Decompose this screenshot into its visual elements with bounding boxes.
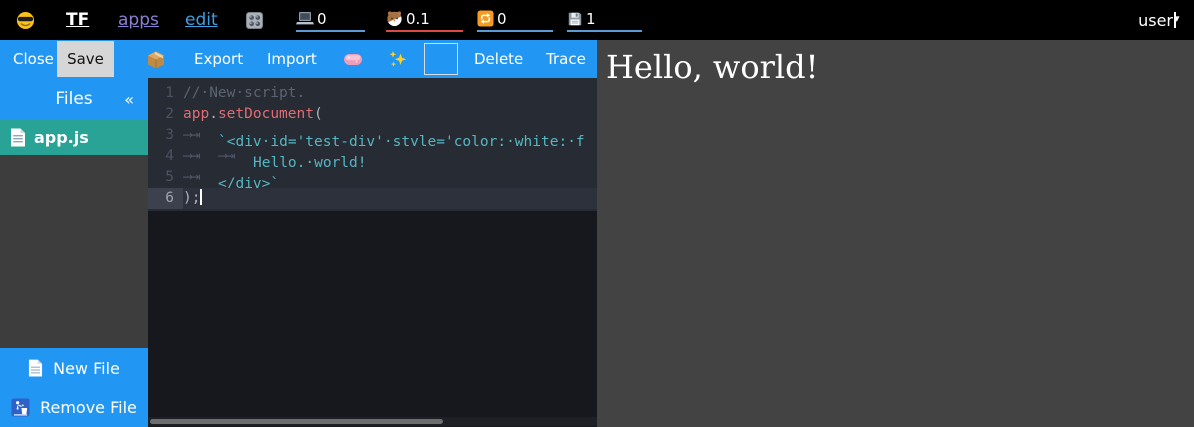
remove-file-label: Remove File — [40, 398, 137, 417]
user-menu[interactable]: user▾ — [1138, 0, 1176, 40]
line-number: 1 — [148, 83, 183, 104]
stat-hamster[interactable]: 0.1 — [386, 7, 463, 32]
code-line[interactable]: 4⟶⇥⟶⇥Hello,·world! — [148, 146, 597, 167]
preview-pane: Hello, world! — [597, 40, 1194, 427]
horizontal-scrollbar-thumb[interactable] — [150, 419, 443, 424]
code-line[interactable]: 3⟶⇥`<div·id='test-div'·style='color:·whi… — [148, 125, 597, 146]
sidebar-empty-area — [0, 155, 148, 348]
stat-saves[interactable]: 1 — [567, 7, 642, 32]
package-icon[interactable] — [146, 40, 166, 78]
file-name: app.js — [34, 128, 89, 147]
editor-toolbar: Close Save Export Import Delete Trace — [0, 40, 597, 78]
top-bar: TF apps edit 0 — [0, 0, 1194, 40]
control-knobs-icon[interactable] — [245, 0, 264, 40]
nav-link-edit[interactable]: edit — [185, 0, 218, 40]
code-text: //·New·script. — [183, 83, 597, 104]
chevron-down-icon: ▾ — [1174, 12, 1176, 28]
smiley-sunglasses-icon[interactable] — [16, 0, 35, 40]
stat-value: 1 — [586, 10, 596, 28]
preview-heading: Hello, world! — [606, 48, 818, 86]
collapse-sidebar-button[interactable]: « — [124, 78, 134, 120]
code-line[interactable]: 2app.setDocument( — [148, 104, 597, 125]
sparkles-icon[interactable] — [388, 40, 408, 78]
soap-icon[interactable] — [343, 40, 363, 78]
save-button[interactable]: Save — [57, 41, 114, 77]
hamster-icon — [386, 10, 403, 27]
line-number: 4 — [148, 146, 183, 167]
stat-value: 0 — [317, 10, 327, 28]
code-line[interactable]: 6); — [148, 188, 597, 209]
line-number: 2 — [148, 104, 183, 125]
line-number: 3 — [148, 125, 183, 146]
delete-button[interactable]: Delete — [474, 40, 523, 78]
code-text: ); — [183, 188, 597, 209]
litter-bin-icon — [11, 398, 30, 417]
line-number: 6 — [148, 188, 183, 209]
file-list-item[interactable]: app.js — [0, 120, 148, 155]
floppy-icon — [567, 11, 583, 27]
new-file-label: New File — [53, 359, 120, 378]
close-button[interactable]: Close — [13, 40, 54, 78]
document-icon — [10, 128, 26, 147]
code-text: ⟶⇥⟶⇥Hello,·world! — [183, 146, 597, 167]
code-text: app.setDocument( — [183, 104, 597, 125]
files-title: Files — [55, 89, 92, 109]
files-header: Files « — [0, 78, 148, 120]
code-line[interactable]: 5⟶⇥</div>` — [148, 167, 597, 188]
remove-file-button[interactable]: Remove File — [0, 394, 148, 420]
laptop-icon — [296, 11, 314, 26]
code-line[interactable]: 1//·New·script. — [148, 83, 597, 104]
line-number: 5 — [148, 167, 183, 188]
code-lines: 1//·New·script.2app.setDocument(3⟶⇥`<div… — [148, 78, 597, 211]
code-editor[interactable]: 1//·New·script.2app.setDocument(3⟶⇥`<div… — [148, 78, 597, 427]
export-button[interactable]: Export — [194, 40, 243, 78]
import-button[interactable]: Import — [267, 40, 317, 78]
new-file-button[interactable]: New File — [0, 355, 148, 381]
user-menu-label: user — [1138, 11, 1173, 30]
nav-link-tf[interactable]: TF — [66, 0, 89, 40]
stat-windows[interactable]: 0 — [296, 7, 365, 32]
stat-value: 0.1 — [406, 10, 430, 28]
blank-button[interactable] — [424, 43, 458, 75]
new-file-icon — [28, 359, 43, 377]
stat-reloads[interactable]: 0 — [477, 7, 553, 32]
trace-button[interactable]: Trace — [546, 40, 586, 78]
nav-link-apps[interactable]: apps — [118, 0, 159, 40]
repeat-icon — [477, 10, 494, 27]
code-text: ⟶⇥</div>` — [183, 167, 597, 188]
sidebar-actions: New File Remove File — [0, 348, 148, 427]
code-text: ⟶⇥`<div·id='test-div'·style='color:·whit… — [183, 125, 597, 146]
text-cursor — [200, 189, 202, 205]
stat-value: 0 — [497, 10, 507, 28]
files-sidebar: Files « app.js — [0, 78, 148, 427]
